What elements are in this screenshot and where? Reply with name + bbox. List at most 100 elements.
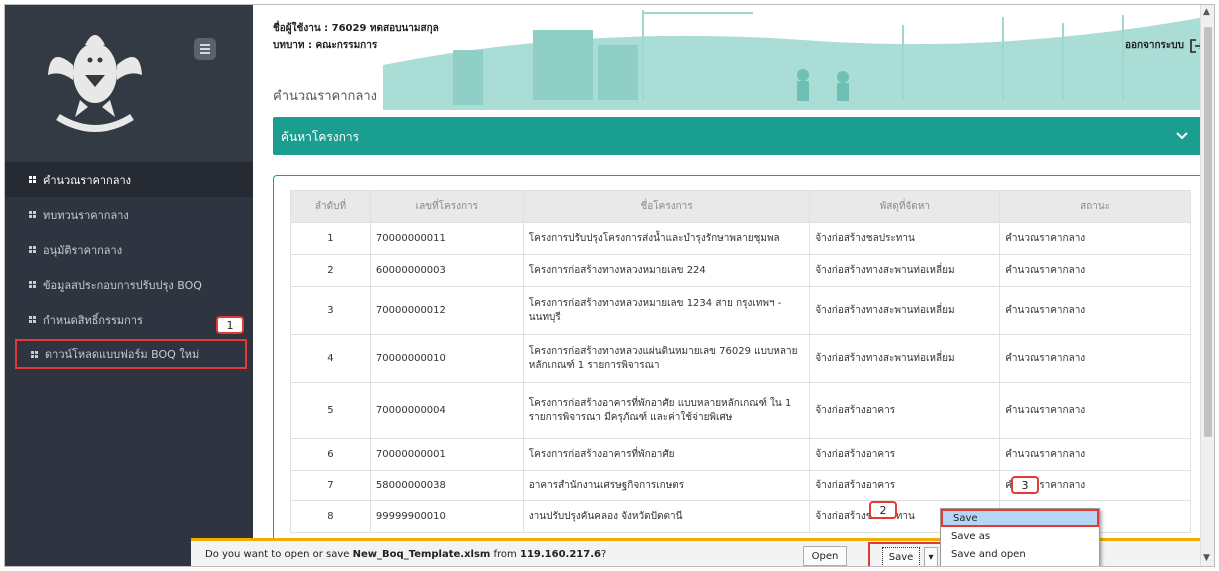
column-header-status[interactable]: สถานะ xyxy=(999,190,1191,223)
sidebar-nav: คำนวณราคากลาง ทบทวนราคากลาง อนุมัติราคาก… xyxy=(5,162,253,369)
cell-seq: 2 xyxy=(290,254,371,287)
table-row[interactable]: 7 58000000038 อาคารสำนักงานเศรษฐกิจการเก… xyxy=(290,470,1191,501)
sidebar-item-boq-data[interactable]: ข้อมูลสประกอบการปรับปรุง BOQ xyxy=(5,267,253,302)
download-host: 119.160.217.6 xyxy=(519,549,601,560)
grid-icon xyxy=(29,281,36,288)
step-callout-1: 1 xyxy=(216,316,244,334)
table-row[interactable]: 6 70000000001 โครงการก่อสร้างอาคารที่พัก… xyxy=(290,438,1191,471)
cell-procurement: จ้างก่อสร้างอาคาร xyxy=(809,382,1001,439)
cell-project-no: 99999900010 xyxy=(369,500,524,533)
cell-seq: 8 xyxy=(290,500,371,533)
cell-procurement: จ้างก่อสร้างชลประทาน xyxy=(809,222,1001,255)
cell-project-name[interactable]: อาคารสำนักงานเศรษฐกิจการเกษตร xyxy=(522,470,811,501)
step-callout-2: 2 xyxy=(869,501,897,519)
cell-project-name[interactable]: โครงการก่อสร้างทางหลวงแผ่นดินหมายเลข 760… xyxy=(522,334,811,383)
chevron-down-icon[interactable] xyxy=(1174,127,1190,143)
sidebar-item-label: ดาวน์โหลดแบบฟอร์ม BOQ ใหม่ xyxy=(45,348,200,361)
save-button[interactable]: Save xyxy=(882,547,920,566)
cell-project-no: 70000000011 xyxy=(369,222,524,255)
project-table: ลำดับที่ เลขที่โครงการ ชื่อโครงการ พัสดุ… xyxy=(290,190,1191,533)
sidebar-item-calculate-price[interactable]: คำนวณราคากลาง xyxy=(5,162,253,197)
table-row[interactable]: 2 60000000003 โครงการก่อสร้างทางหลวงหมาย… xyxy=(290,254,1191,287)
grid-icon xyxy=(29,176,36,183)
save-dropdown-button[interactable]: ▾ xyxy=(924,547,938,566)
cell-seq: 3 xyxy=(290,286,371,335)
cell-project-name[interactable]: โครงการก่อสร้างทางหลวงหมายเลข 1234 สาย ก… xyxy=(522,286,811,335)
prompt-suffix: ? xyxy=(600,549,607,560)
sidebar: คำนวณราคากลาง ทบทวนราคากลาง อนุมัติราคาก… xyxy=(5,5,253,566)
prompt-prefix: Do you want to open or save xyxy=(205,549,353,560)
hamburger-line xyxy=(200,52,210,54)
prompt-mid: from xyxy=(490,549,520,560)
cell-project-name[interactable]: งานปรับปรุงคันคลอง จังหวัดปัตตานี xyxy=(522,500,811,533)
cell-procurement: จ้างก่อสร้างทางสะพานท่อเหลี่ยม xyxy=(809,286,1001,335)
table-row[interactable]: 5 70000000004 โครงการก่อสร้างอาคารที่พัก… xyxy=(290,382,1191,439)
cell-seq: 6 xyxy=(290,438,371,471)
menu-item-save[interactable]: Save xyxy=(941,509,1099,527)
cell-project-no: 70000000010 xyxy=(369,334,524,383)
cell-seq: 5 xyxy=(290,382,371,439)
scroll-down-icon[interactable]: ▼ xyxy=(1203,553,1210,563)
download-prompt: Do you want to open or save New_Boq_Temp… xyxy=(205,549,606,560)
vertical-scrollbar[interactable]: ▲ ▼ xyxy=(1200,5,1214,566)
cell-procurement: จ้างก่อสร้างทางสะพานท่อเหลี่ยม xyxy=(809,334,1001,383)
grid-icon xyxy=(29,316,36,323)
cell-status: คำนวณราคากลาง xyxy=(999,286,1191,335)
cell-status: คำนวณราคากลาง xyxy=(999,334,1191,383)
cell-project-name[interactable]: โครงการก่อสร้างอาคารที่พักอาศัย xyxy=(522,438,811,471)
cell-status: คำนวณราคากลาง xyxy=(999,382,1191,439)
cell-procurement: จ้างก่อสร้างอาคาร xyxy=(809,438,1001,471)
cell-project-no: 60000000003 xyxy=(369,254,524,287)
cell-procurement: จ้างก่อสร้างอาคาร xyxy=(809,470,1001,501)
grid-icon xyxy=(29,211,36,218)
sidebar-item-label: ข้อมูลสประกอบการปรับปรุง BOQ xyxy=(43,278,202,292)
sidebar-item-review-price[interactable]: ทบทวนราคากลาง xyxy=(5,197,253,232)
search-panel-title: ค้นหาโครงการ xyxy=(281,130,360,144)
table-row[interactable]: 1 70000000011 โครงการปรับปรุงโครงการส่งน… xyxy=(290,222,1191,255)
user-name: ชื่อผู้ใช้งาน : 76029 ทดสอบนามสกุล xyxy=(273,23,439,34)
browser-viewport: คำนวณราคากลาง ทบทวนราคากลาง อนุมัติราคาก… xyxy=(4,4,1215,567)
cell-project-name[interactable]: โครงการก่อสร้างทางหลวงหมายเลข 224 xyxy=(522,254,811,287)
cell-project-no: 70000000004 xyxy=(369,382,524,439)
column-header-procurement[interactable]: พัสดุที่จัดหา xyxy=(809,190,1001,223)
cell-project-name[interactable]: โครงการก่อสร้างอาคารที่พักอาศัย แบบหลายห… xyxy=(522,382,811,439)
cell-project-name[interactable]: โครงการปรับปรุงโครงการส่งน้ำและบำรุงรักษ… xyxy=(522,222,811,255)
table-header-row: ลำดับที่ เลขที่โครงการ ชื่อโครงการ พัสดุ… xyxy=(290,190,1191,223)
table-row[interactable]: 4 70000000010 โครงการก่อสร้างทางหลวงแผ่น… xyxy=(290,334,1191,383)
open-button[interactable]: Open xyxy=(803,546,847,566)
grid-icon xyxy=(29,246,36,253)
download-filename: New_Boq_Template.xlsm xyxy=(352,549,491,560)
cell-project-no: 58000000038 xyxy=(369,470,524,501)
save-options-menu: Save Save as Save and open xyxy=(940,508,1100,566)
save-button-highlight: Save ▾ xyxy=(868,542,948,566)
construction-banner-image xyxy=(383,10,1214,110)
logout-link[interactable]: ออกจากระบบ xyxy=(1125,38,1204,53)
cell-seq: 4 xyxy=(290,334,371,383)
logout-label: ออกจากระบบ xyxy=(1124,40,1184,51)
menu-toggle-button[interactable] xyxy=(194,38,216,60)
sidebar-item-approve-price[interactable]: อนุมัติราคากลาง xyxy=(5,232,253,267)
sidebar-item-download-boq-form[interactable]: ดาวน์โหลดแบบฟอร์ม BOQ ใหม่ xyxy=(15,339,247,369)
cell-procurement: จ้างก่อสร้างทางสะพานท่อเหลี่ยม xyxy=(809,254,1001,287)
search-project-panel[interactable]: ค้นหาโครงการ xyxy=(273,117,1204,155)
menu-item-save-as[interactable]: Save as xyxy=(941,527,1099,545)
step-callout-3: 3 xyxy=(1011,476,1039,494)
sidebar-item-label: คำนวณราคากลาง xyxy=(43,173,132,187)
column-header-seq[interactable]: ลำดับที่ xyxy=(290,190,371,223)
column-header-project-name[interactable]: ชื่อโครงการ xyxy=(522,190,811,223)
column-header-project-no[interactable]: เลขที่โครงการ xyxy=(369,190,524,223)
sidebar-item-label: ทบทวนราคากลาง xyxy=(43,208,129,222)
user-role: บทบาท : คณะกรรมการ xyxy=(273,40,378,51)
cell-seq: 7 xyxy=(290,470,371,501)
scroll-up-icon[interactable]: ▲ xyxy=(1203,7,1210,17)
cell-project-no: 70000000001 xyxy=(369,438,524,471)
cell-project-no: 70000000012 xyxy=(369,286,524,335)
table-row[interactable]: 3 70000000012 โครงการก่อสร้างทางหลวงหมาย… xyxy=(290,286,1191,335)
scrollbar-thumb[interactable] xyxy=(1204,27,1212,437)
page-title: คำนวณราคากลาง xyxy=(273,89,378,104)
cell-status: คำนวณราคากลาง xyxy=(999,438,1191,471)
cell-status: คำนวณราคากลาง xyxy=(999,254,1191,287)
sidebar-item-label: กำหนดสิทธิ์กรรมการ xyxy=(43,313,143,327)
menu-item-save-and-open[interactable]: Save and open xyxy=(941,545,1099,563)
cell-seq: 1 xyxy=(290,222,371,255)
